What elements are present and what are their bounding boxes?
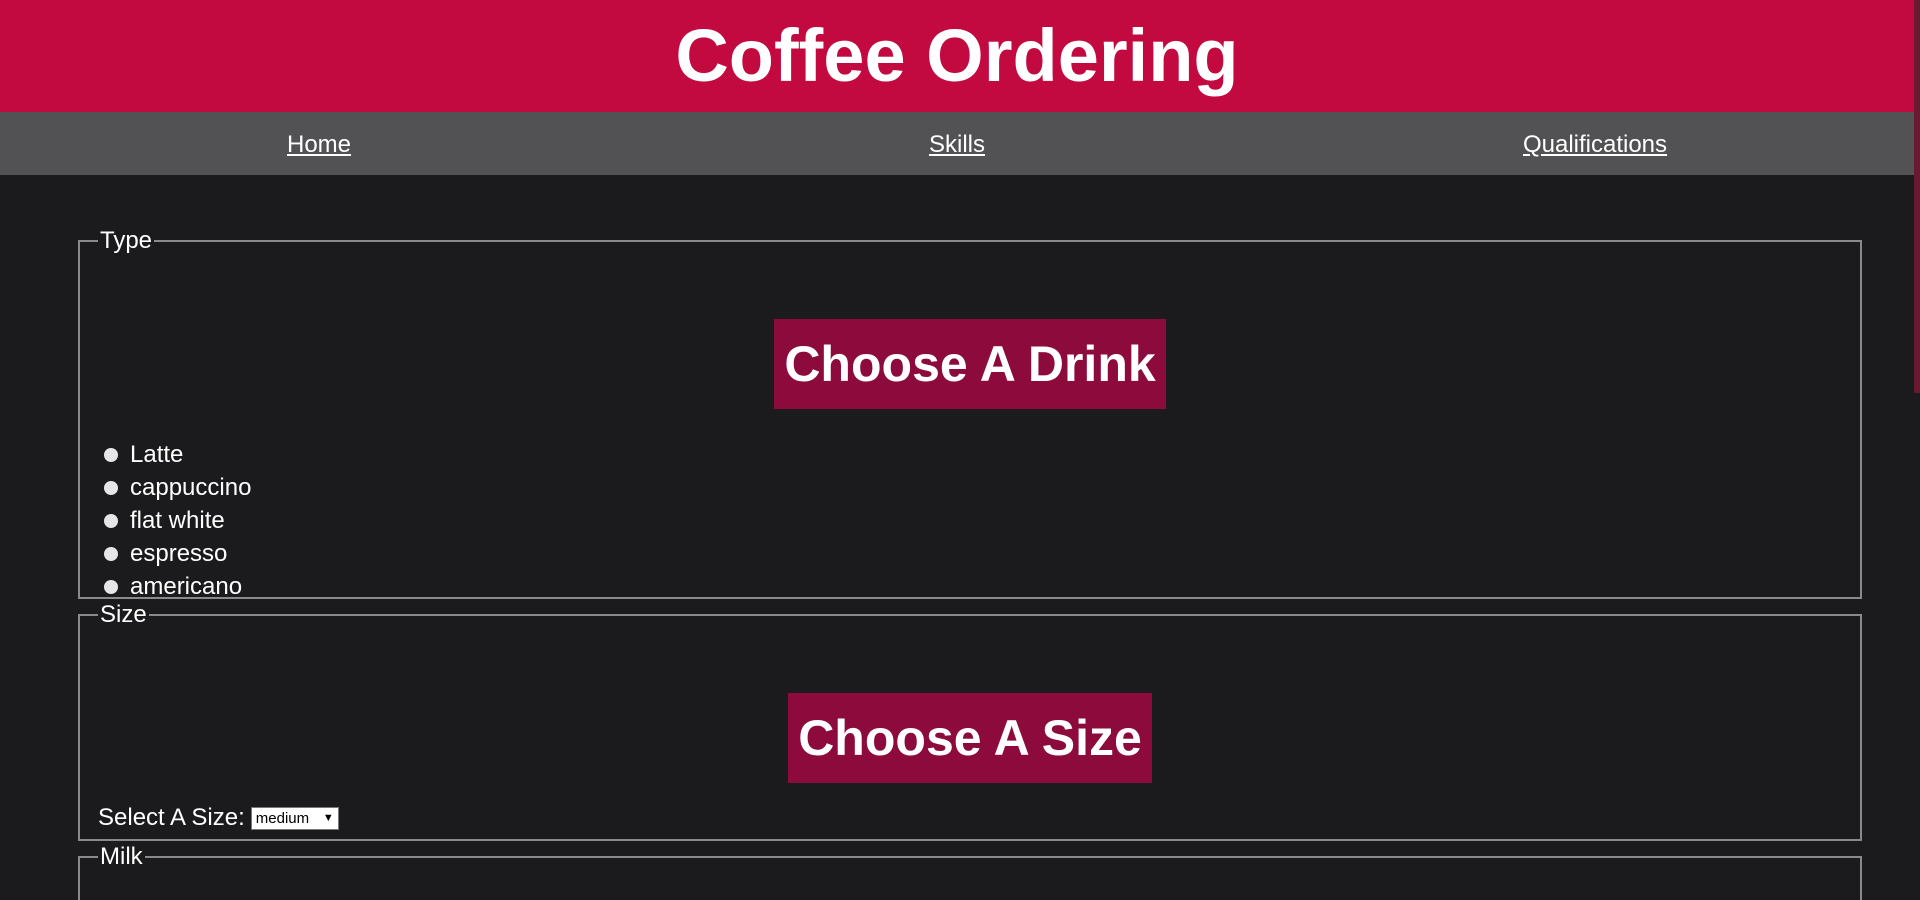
size-select-value: medium [255,809,310,827]
radio-label: Latte [130,440,184,468]
choose-size-heading-wrap: Choose A Size [80,693,1860,783]
radio-button-icon[interactable] [104,480,118,495]
choose-drink-heading: Choose A Drink [774,319,1166,409]
page: Coffee Ordering Home Skills Qualificatio… [0,0,1920,900]
radio-option-cappuccino[interactable]: cappuccino [104,471,251,504]
size-legend: Size [100,601,147,628]
nav-link-qualifications[interactable]: Qualifications [1523,131,1667,159]
type-fieldset: Type Choose A Drink Latte cappuccino fla… [78,227,1862,600]
radio-label: espresso [130,539,228,567]
radio-button-icon[interactable] [104,546,118,561]
radio-label: cappuccino [130,473,252,501]
size-select-row: Select A Size: medium ▼ [98,804,339,832]
radio-option-americano[interactable]: americano [104,570,251,603]
choose-drink-heading-wrap: Choose A Drink [80,319,1860,409]
radio-label: americano [130,572,243,600]
radio-button-icon[interactable] [104,579,118,594]
milk-legend: Milk [100,843,143,870]
type-legend: Type [100,227,153,254]
radio-label: flat white [130,506,225,534]
scrollbar-thumb[interactable] [1914,0,1920,393]
radio-button-icon[interactable] [104,447,118,462]
page-title: Coffee Ordering [675,14,1239,97]
radio-option-espresso[interactable]: espresso [104,537,251,570]
radio-button-icon[interactable] [104,513,118,528]
choose-size-heading: Choose A Size [788,693,1152,783]
chevron-down-icon: ▼ [322,812,334,824]
size-select-label: Select A Size: [98,804,245,831]
size-fieldset: Size Choose A Size Select A Size: medium… [78,603,1862,841]
page-scrollbar[interactable] [1914,0,1920,900]
milk-fieldset: Milk [78,845,1862,900]
nav-link-home[interactable]: Home [287,131,351,159]
main-nav: Home Skills Qualifications [0,112,1914,175]
drink-radio-list: Latte cappuccino flat white espresso ame… [104,438,251,603]
radio-option-latte[interactable]: Latte [104,438,251,471]
nav-link-skills[interactable]: Skills [929,131,985,159]
site-header: Coffee Ordering [0,0,1914,112]
radio-option-flat-white[interactable]: flat white [104,504,251,537]
size-select[interactable]: medium ▼ [250,806,339,830]
